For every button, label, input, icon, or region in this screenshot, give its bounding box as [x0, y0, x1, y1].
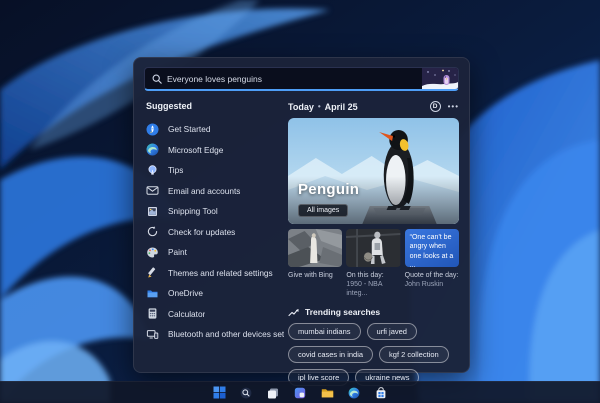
get-started-icon: [146, 123, 159, 136]
updates-refresh-icon: [146, 225, 159, 238]
snipping-tool-icon: [146, 205, 159, 218]
paint-palette-icon: [146, 246, 159, 259]
sidebar-item-label: OneDrive: [168, 288, 204, 299]
widgets-icon: [294, 387, 306, 398]
sidebar-item-label: Paint: [168, 247, 187, 258]
sidebar-item-bluetooth-devices[interactable]: Bluetooth and other devices sett...: [144, 324, 284, 345]
search-input[interactable]: [167, 73, 422, 84]
trending-chip[interactable]: mumbai indians: [288, 323, 361, 341]
sidebar-item-label: Calculator: [168, 308, 206, 319]
date-separator: •: [317, 102, 321, 111]
profile-badge[interactable]: D: [429, 101, 441, 112]
give-with-bing-photo: [288, 229, 343, 267]
sidebar-item-microsoft-edge[interactable]: Microsoft Edge: [144, 140, 284, 161]
suggested-title: Suggested: [146, 101, 193, 111]
edge-button[interactable]: [346, 385, 362, 401]
trending-chip[interactable]: covid cases in india: [288, 346, 374, 364]
quote-text: “One can't be angry when one looks at a …: [404, 229, 459, 267]
hero-title: Penguin: [298, 181, 360, 198]
sidebar-item-check-updates[interactable]: Check for updates: [144, 222, 284, 243]
file-explorer-icon: [321, 388, 333, 397]
search-icon: [152, 74, 162, 84]
more-options-icon[interactable]: •••: [448, 102, 459, 111]
today-label: Today: [288, 101, 314, 112]
sidebar-item-label: Bluetooth and other devices sett...: [168, 329, 284, 340]
sidebar-item-label: Tips: [168, 165, 184, 176]
penguin-night-illustration: [422, 68, 458, 89]
sidebar-item-snipping-tool[interactable]: Snipping Tool: [144, 201, 284, 222]
tips-icon: [146, 164, 159, 177]
trending-chips: mumbai indians urfi javed covid cases in…: [288, 323, 459, 387]
date-label: April 25: [324, 101, 358, 112]
card-subcaption: John Ruskin: [404, 281, 444, 289]
trending-chip[interactable]: urfi javed: [366, 323, 417, 341]
taskbar: [0, 381, 600, 403]
card-quote-of-the-day[interactable]: “One can't be angry when one looks at a …: [404, 229, 459, 298]
today-section: Today • April 25 D ••• Penguin All image…: [288, 96, 459, 387]
card-caption: Quote of the day:: [404, 272, 459, 279]
hero-penguin-card[interactable]: Penguin All images: [288, 118, 459, 224]
suggested-section: Suggested Get Started Microsoft Edge Tip…: [144, 96, 284, 386]
onedrive-icon: [146, 287, 159, 300]
task-view-button[interactable]: [265, 385, 281, 401]
windows-search-panel: Suggested Get Started Microsoft Edge Tip…: [133, 57, 470, 387]
card-give-with-bing[interactable]: Give with Bing: [288, 229, 343, 298]
edge-icon: [348, 387, 360, 398]
search-icon: [240, 387, 252, 398]
sidebar-item-get-started[interactable]: Get Started: [144, 119, 284, 140]
card-caption: Give with Bing: [288, 272, 333, 279]
card-on-this-day[interactable]: On this day: 1950 - NBA integ...: [346, 229, 401, 298]
start-button[interactable]: [211, 385, 227, 401]
sidebar-item-onedrive[interactable]: OneDrive: [144, 283, 284, 304]
sidebar-item-label: Email and accounts: [168, 185, 241, 196]
bluetooth-devices-icon: [146, 328, 159, 341]
card-subcaption: 1950 - NBA integ...: [346, 281, 383, 298]
trending-header: Trending searches: [288, 307, 459, 317]
sidebar-item-tips[interactable]: Tips: [144, 160, 284, 181]
task-view-icon: [268, 388, 278, 398]
sidebar-item-label: Themes and related settings: [168, 267, 273, 278]
store-button[interactable]: [373, 385, 389, 401]
file-explorer-button[interactable]: [319, 385, 335, 401]
taskbar-search-button[interactable]: [238, 385, 254, 401]
sidebar-item-paint[interactable]: Paint: [144, 242, 284, 263]
daily-cards-row: Give with Bing On this day: 1950 - NBA i…: [288, 229, 459, 298]
sidebar-item-themes-settings[interactable]: Themes and related settings: [144, 263, 284, 284]
today-date: Today • April 25: [288, 102, 358, 112]
email-icon: [146, 184, 159, 197]
themes-pencil-icon: [146, 266, 159, 279]
trending-title: Trending searches: [305, 307, 381, 318]
panel-body: Suggested Get Started Microsoft Edge Tip…: [134, 96, 469, 387]
today-header: Today • April 25 D •••: [288, 101, 459, 112]
microsoft-store-icon: [376, 386, 386, 398]
sidebar-item-label: Microsoft Edge: [168, 144, 224, 155]
sidebar-item-label: Check for updates: [168, 226, 236, 237]
calculator-icon: [146, 307, 159, 320]
search-bar[interactable]: [144, 67, 459, 91]
all-images-button[interactable]: All images: [298, 204, 349, 217]
edge-icon: [146, 143, 159, 156]
sidebar-item-calculator[interactable]: Calculator: [144, 304, 284, 325]
sidebar-item-email-accounts[interactable]: Email and accounts: [144, 181, 284, 202]
widgets-button[interactable]: [292, 385, 308, 401]
card-caption: On this day:: [346, 272, 384, 279]
on-this-day-photo: [346, 229, 401, 267]
sidebar-item-label: Snipping Tool: [168, 206, 218, 217]
trending-up-icon: [288, 308, 299, 317]
sidebar-item-label: Get Started: [168, 124, 211, 135]
windows-logo-icon: [213, 386, 225, 399]
trending-chip[interactable]: kgf 2 collection: [379, 346, 449, 364]
